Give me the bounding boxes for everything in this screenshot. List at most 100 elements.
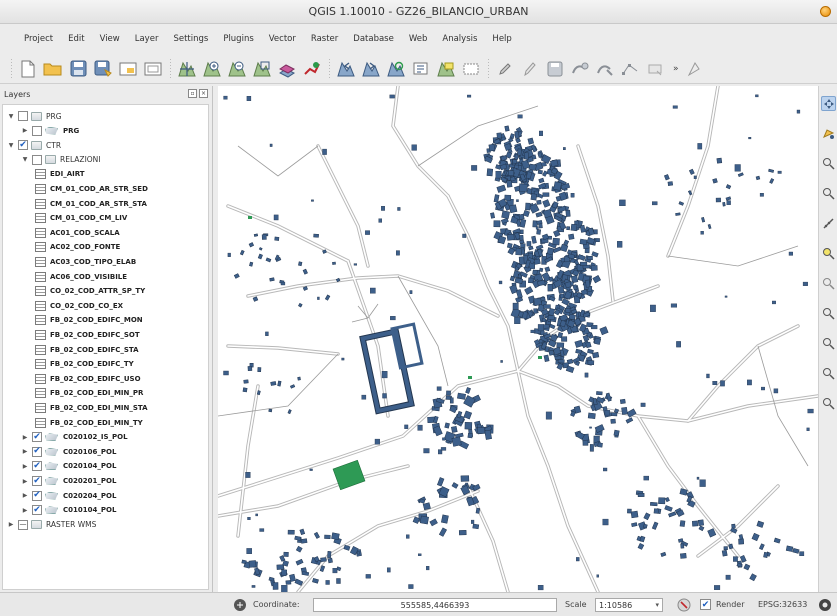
layer-tree-item[interactable]: CM_01_COD_AR_STR_SED: [35, 182, 148, 196]
layer-tree-item[interactable]: ▶ C020204_POL: [21, 489, 116, 503]
zoom-full-button[interactable]: [251, 58, 273, 80]
expand-arrow-down-icon[interactable]: ▼: [7, 142, 15, 149]
menu-vector[interactable]: Vector: [269, 34, 296, 44]
layer-visibility-checkbox[interactable]: [32, 446, 42, 457]
layer-tree-item[interactable]: CO_02_COD_CO_EX: [35, 299, 123, 313]
vtool-search-button-2[interactable]: [821, 276, 836, 291]
vtool-measure-button[interactable]: [821, 216, 836, 231]
expand-arrow-right-icon[interactable]: ▶: [21, 127, 29, 134]
menu-edit[interactable]: Edit: [68, 34, 84, 44]
open-project-button[interactable]: [42, 58, 64, 80]
layer-visibility-checkbox[interactable]: [32, 476, 42, 486]
layer-tree-item[interactable]: ▶ C020201_POL: [21, 474, 116, 488]
deselect-button[interactable]: [460, 58, 482, 80]
identify-button[interactable]: [410, 58, 432, 80]
map-canvas[interactable]: [218, 86, 818, 592]
menu-database[interactable]: Database: [353, 34, 394, 44]
save-as-button[interactable]: [92, 58, 114, 80]
toolbar-handle[interactable]: [8, 58, 14, 79]
layer-tree-item[interactable]: FB_02_COD_EDI_MIN_PR: [35, 386, 143, 400]
layer-visibility-checkbox[interactable]: [32, 432, 42, 443]
layer-tree-item[interactable]: ▼ CTR: [7, 138, 61, 152]
expand-arrow-down-icon[interactable]: ▼: [7, 113, 15, 120]
expand-arrow-right-icon[interactable]: ▶: [21, 492, 29, 499]
delete-selected-button[interactable]: [644, 58, 666, 80]
new-print-composer-button[interactable]: [117, 58, 139, 80]
crs-status[interactable]: EPSG:32633: [758, 600, 807, 609]
expand-arrow-right-icon[interactable]: ▶: [21, 507, 29, 514]
menu-layer[interactable]: Layer: [135, 34, 159, 44]
layer-tree-item[interactable]: FB_02_COD_EDI_MIN_TY: [35, 416, 143, 430]
render-checkbox[interactable]: [700, 599, 711, 610]
menu-settings[interactable]: Settings: [173, 34, 208, 44]
pan-map-button[interactable]: [176, 58, 198, 80]
layer-tree-item[interactable]: AC03_COD_TIPO_ELAB: [35, 255, 136, 269]
menu-project[interactable]: Project: [24, 34, 53, 44]
menu-analysis[interactable]: Analysis: [442, 34, 477, 44]
undock-icon[interactable]: ▫: [188, 89, 197, 98]
composer-manager-button[interactable]: [142, 58, 164, 80]
layer-tree-item[interactable]: FB_02_COD_EDIFC_TY: [35, 357, 134, 371]
vtool-search-button-3[interactable]: [821, 306, 836, 321]
add-feature-button[interactable]: [569, 58, 591, 80]
layer-tree-item[interactable]: CM_01_COD_AR_STR_STA: [35, 197, 147, 211]
vtool-search-button[interactable]: [821, 246, 836, 261]
edit-pencil-button[interactable]: [494, 58, 516, 80]
layer-visibility-checkbox[interactable]: [18, 140, 28, 151]
zoom-next-button[interactable]: [360, 58, 382, 80]
layer-tree-item[interactable]: ▶ C020106_POL: [21, 445, 116, 459]
save-project-button[interactable]: [67, 58, 89, 80]
vtool-move-button[interactable]: [821, 96, 836, 111]
save-edits-button[interactable]: [544, 58, 566, 80]
layer-tree-item[interactable]: ▼ PRG: [7, 109, 62, 123]
expand-arrow-right-icon[interactable]: ▶: [7, 521, 15, 528]
layer-visibility-checkbox[interactable]: [18, 111, 28, 121]
layer-tree-item[interactable]: FB_02_COD_EDIFC_MON: [35, 313, 143, 327]
zoom-in-button[interactable]: [201, 58, 223, 80]
layer-visibility-checkbox[interactable]: [32, 490, 42, 501]
layer-visibility-checkbox[interactable]: [32, 505, 42, 516]
layer-tree-item[interactable]: FB_02_COD_EDIFC_STA: [35, 343, 139, 357]
expand-arrow-right-icon[interactable]: ▶: [21, 448, 29, 455]
layer-tree-item[interactable]: ▶ C020102_IS_POL: [21, 430, 128, 444]
layer-tree-item[interactable]: AC06_COD_VISIBILE: [35, 270, 127, 284]
log-messages-icon[interactable]: [818, 598, 832, 612]
layer-tree-item[interactable]: ▼ RELAZIONI: [21, 153, 101, 167]
layer-tree-item[interactable]: CO_02_COD_ATTR_SP_TY: [35, 284, 145, 298]
layer-tree-item[interactable]: ▶ C020104_POL: [21, 459, 116, 473]
vtool-zoom-button[interactable]: [821, 156, 836, 171]
menu-help[interactable]: Help: [492, 34, 511, 44]
coordinate-capture-icon[interactable]: [233, 598, 247, 612]
vtool-search-button-6[interactable]: [821, 396, 836, 411]
zoom-last-button[interactable]: [335, 58, 357, 80]
expand-arrow-right-icon[interactable]: ▶: [21, 463, 29, 470]
toggle-editing-button[interactable]: [519, 58, 541, 80]
vtool-search-button-4[interactable]: [821, 336, 836, 351]
layer-tree-item[interactable]: AC01_COD_SCALA: [35, 226, 120, 240]
scale-combobox[interactable]: 1:10586 ▾: [595, 598, 663, 612]
vtool-rotate-button[interactable]: [821, 126, 836, 141]
vtool-search-button-5[interactable]: [821, 366, 836, 381]
layer-tree-item[interactable]: ▶ PRG: [21, 124, 79, 138]
move-feature-button[interactable]: [594, 58, 616, 80]
layer-visibility-checkbox[interactable]: [32, 154, 42, 165]
layer-visibility-checkbox[interactable]: [32, 125, 42, 136]
vtool-zoom-button-2[interactable]: [821, 186, 836, 201]
layer-tree-item[interactable]: ▶ — RASTER WMS: [7, 518, 96, 532]
zoom-to-layer-button[interactable]: [276, 58, 298, 80]
new-project-button[interactable]: [17, 58, 39, 80]
zoom-out-button[interactable]: [226, 58, 248, 80]
extra-tool-button[interactable]: [683, 58, 705, 80]
menu-plugins[interactable]: Plugins: [223, 34, 253, 44]
stop-render-icon[interactable]: [677, 598, 691, 612]
close-icon[interactable]: ×: [199, 89, 208, 98]
menu-view[interactable]: View: [100, 34, 120, 44]
layer-visibility-checkbox[interactable]: —: [18, 519, 28, 530]
zoom-to-selection-button[interactable]: [301, 58, 323, 80]
layer-tree-item[interactable]: FB_02_COD_EDIFC_USO: [35, 372, 141, 386]
menu-raster[interactable]: Raster: [311, 34, 338, 44]
layer-visibility-checkbox[interactable]: [32, 461, 42, 472]
select-features-button[interactable]: [435, 58, 457, 80]
refresh-button[interactable]: [385, 58, 407, 80]
window-button[interactable]: [820, 6, 831, 17]
